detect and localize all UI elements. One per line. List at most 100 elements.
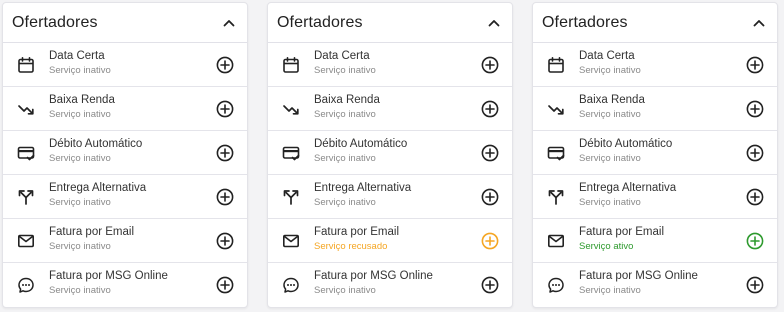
trending-down-icon [545,98,567,120]
split-arrows-icon [280,186,302,208]
item-status: Serviço recusado [314,240,388,252]
item-status: Serviço inativo [314,152,376,164]
item-name: Data Certa [314,49,370,62]
item-text: Fatura por Email Serviço inativo [49,225,215,253]
item-name: Débito Automático [579,137,673,150]
list-item-fatura-por-email: Fatura por Email Serviço ativo [533,219,777,263]
add-circle-icon[interactable] [480,55,500,75]
chevron-up-icon[interactable] [486,15,502,31]
add-circle-icon[interactable] [480,231,500,251]
list-item-fatura-por-msg-online: Fatura por MSG Online Serviço inativo [268,263,512,307]
item-name: Fatura por MSG Online [49,270,168,282]
ofertadores-panel-2: Ofertadores Data Certa Serviço inativo Bai… [267,2,513,308]
list-item-debito-automatico: Débito Automático Serviço inativo [3,131,247,175]
add-circle-icon[interactable] [215,187,235,207]
add-circle-icon[interactable] [215,231,235,251]
item-status: Serviço inativo [579,108,641,120]
item-status: Serviço inativo [579,64,641,76]
add-circle-icon[interactable] [745,99,765,119]
ofertadores-panel-1: Ofertadores Data Certa Serviço inativo Bai… [2,2,248,308]
item-name: Data Certa [579,49,635,62]
trending-down-icon [15,98,37,120]
panel-header[interactable]: Ofertadores [533,3,777,43]
panel-header[interactable]: Ofertadores [268,3,512,43]
add-circle-icon[interactable] [480,143,500,163]
item-name: Entrega Alternativa [49,181,147,194]
item-status: Serviço inativo [49,240,111,252]
list-item-fatura-por-email: Fatura por Email Serviço recusado [268,219,512,263]
item-name: Fatura por MSG Online [314,270,433,282]
item-text: Débito Automático Serviço inativo [49,137,215,165]
chevron-up-icon[interactable] [221,15,237,31]
item-text: Baixa Renda Serviço inativo [579,93,745,121]
list-item-entrega-alternativa: Entrega Alternativa Serviço inativo [3,175,247,219]
item-name: Baixa Renda [579,93,645,106]
chat-bubble-icon [545,274,567,296]
add-circle-icon[interactable] [215,99,235,119]
item-text: Fatura por MSG Online Serviço inativo [579,269,745,297]
calendar-icon [545,54,567,76]
item-status: Serviço inativo [579,152,641,164]
credit-card-check-icon [280,142,302,164]
panel-title: Ofertadores [542,13,628,31]
ofertadores-panel-3: Ofertadores Data Certa Serviço inativo Bai… [532,2,778,308]
panel-title: Ofertadores [12,13,98,31]
item-text: Entrega Alternativa Serviço inativo [579,181,745,209]
item-text: Baixa Renda Serviço inativo [49,93,215,121]
item-status: Serviço ativo [579,240,634,252]
panel-header[interactable]: Ofertadores [3,3,247,43]
item-status: Serviço inativo [49,108,111,120]
item-name: Fatura por Email [314,225,400,238]
add-circle-icon[interactable] [215,275,235,295]
trending-down-icon [280,98,302,120]
item-name: Fatura por Email [579,225,665,238]
list-item-data-certa: Data Certa Serviço inativo [268,43,512,87]
item-text: Débito Automático Serviço inativo [314,137,480,165]
add-circle-icon[interactable] [745,187,765,207]
mail-icon [15,230,37,252]
item-name: Entrega Alternativa [314,181,412,194]
list-item-data-certa: Data Certa Serviço inativo [533,43,777,87]
item-status: Serviço inativo [314,285,376,296]
add-circle-icon[interactable] [745,231,765,251]
item-text: Fatura por Email Serviço recusado [314,225,480,253]
list-item-fatura-por-msg-online: Fatura por MSG Online Serviço inativo [3,263,247,307]
calendar-icon [280,54,302,76]
split-arrows-icon [15,186,37,208]
add-circle-icon[interactable] [215,55,235,75]
chat-bubble-icon [280,274,302,296]
list-item-entrega-alternativa: Entrega Alternativa Serviço inativo [533,175,777,219]
mail-icon [545,230,567,252]
item-name: Data Certa [49,49,105,62]
item-status: Serviço inativo [579,196,641,208]
add-circle-icon[interactable] [745,55,765,75]
item-text: Entrega Alternativa Serviço inativo [314,181,480,209]
item-status: Serviço inativo [49,152,111,164]
item-text: Débito Automático Serviço inativo [579,137,745,165]
add-circle-icon[interactable] [480,187,500,207]
add-circle-icon[interactable] [215,143,235,163]
credit-card-check-icon [15,142,37,164]
item-name: Entrega Alternativa [579,181,677,194]
item-text: Data Certa Serviço inativo [314,49,480,77]
chevron-up-icon[interactable] [751,15,767,31]
split-arrows-icon [545,186,567,208]
item-status: Serviço inativo [579,285,641,296]
list-item-data-certa: Data Certa Serviço inativo [3,43,247,87]
item-name: Débito Automático [314,137,408,150]
item-status: Serviço inativo [314,108,376,120]
add-circle-icon[interactable] [480,275,500,295]
add-circle-icon[interactable] [745,275,765,295]
credit-card-check-icon [545,142,567,164]
add-circle-icon[interactable] [745,143,765,163]
add-circle-icon[interactable] [480,99,500,119]
list-item-fatura-por-email: Fatura por Email Serviço inativo [3,219,247,263]
item-status: Serviço inativo [314,196,376,208]
list-item-entrega-alternativa: Entrega Alternativa Serviço inativo [268,175,512,219]
calendar-icon [15,54,37,76]
item-name: Fatura por MSG Online [579,270,698,282]
item-text: Data Certa Serviço inativo [49,49,215,77]
chat-bubble-icon [15,274,37,296]
list-item-baixa-renda: Baixa Renda Serviço inativo [268,87,512,131]
item-text: Data Certa Serviço inativo [579,49,745,77]
